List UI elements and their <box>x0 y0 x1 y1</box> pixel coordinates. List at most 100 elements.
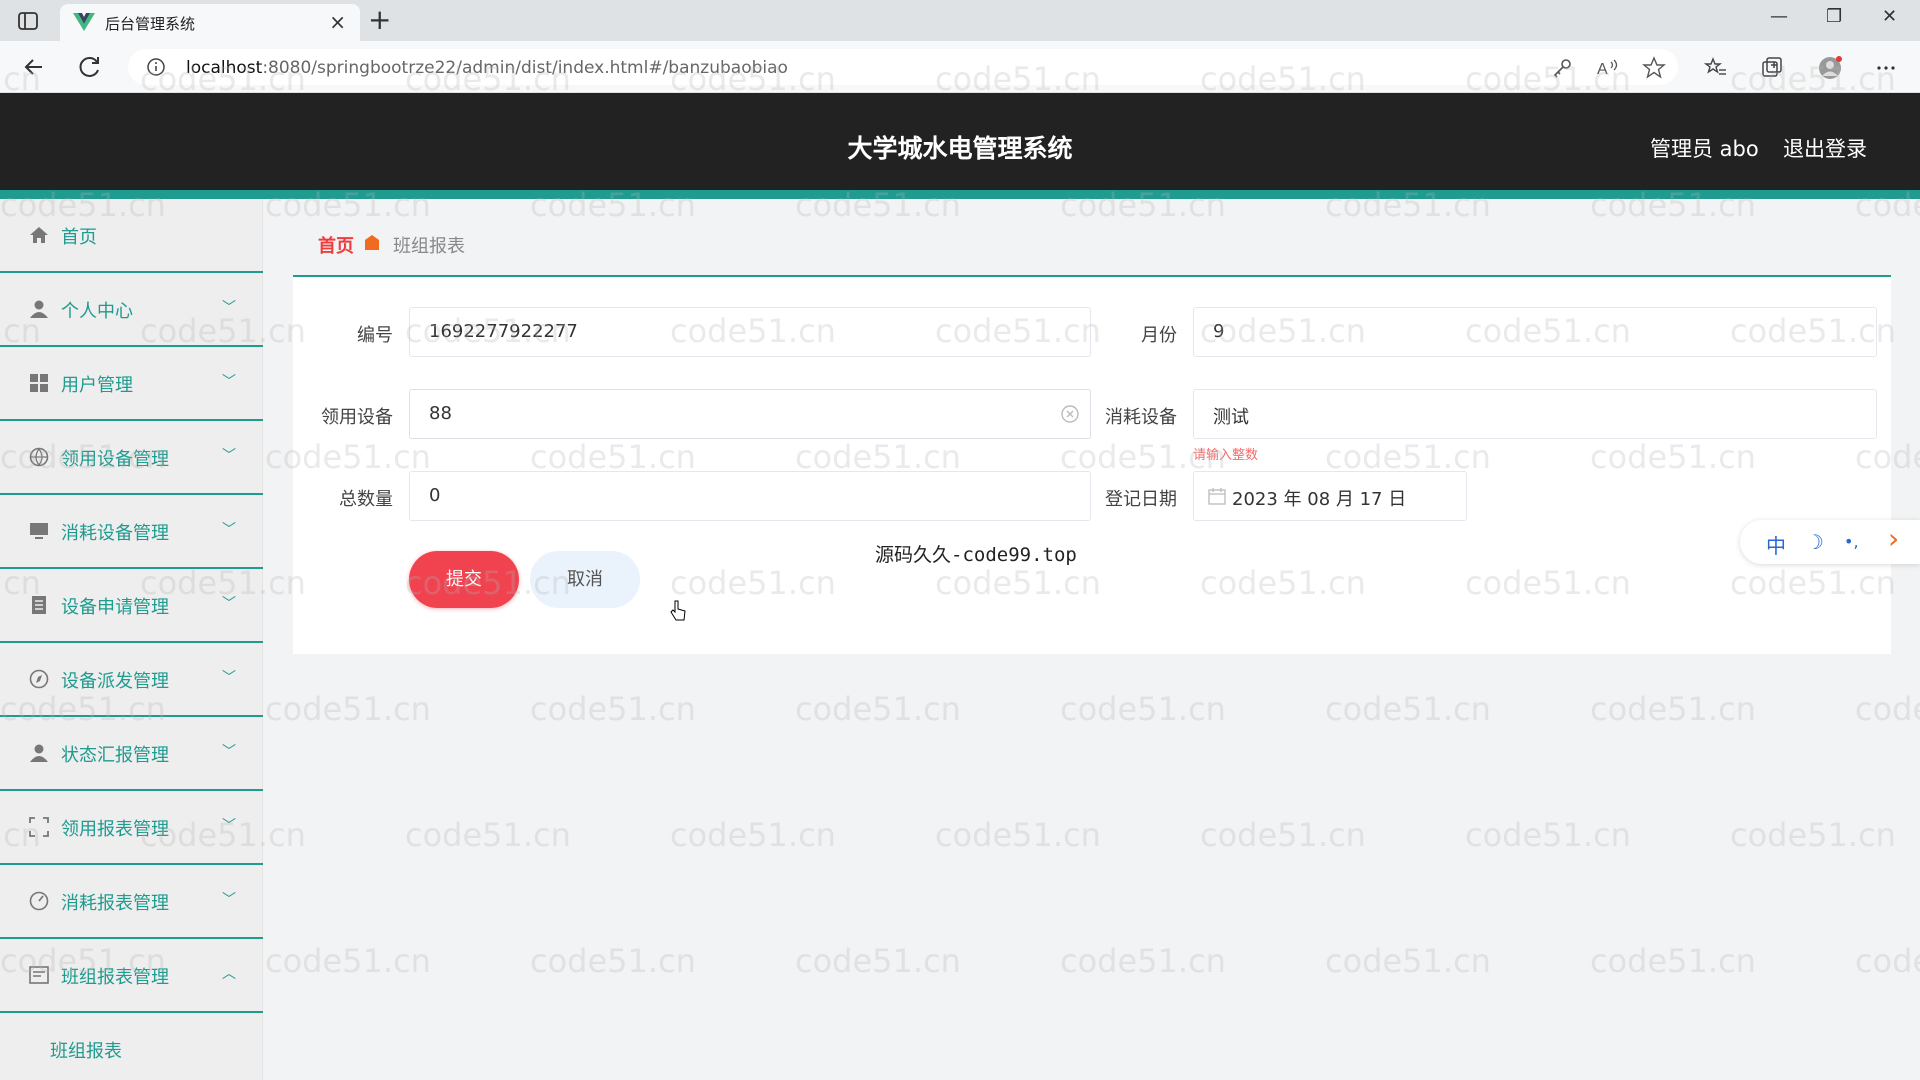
user-icon <box>30 300 48 318</box>
fullscreen-icon <box>29 817 49 837</box>
xiaohao-error-message: 请输入整数 <box>1193 448 1259 463</box>
browser-tab[interactable]: 后台管理系统 × <box>60 4 360 41</box>
sidebar-item-receive-report[interactable]: 领用报表管理 ﹀ <box>0 791 263 865</box>
watermark-text: code51.cn <box>265 690 431 728</box>
sidebar-item-personal-center[interactable]: 个人中心 ﹀ <box>0 273 263 347</box>
watermark-text: code51.cn <box>795 690 961 728</box>
moon-icon[interactable]: ☽ <box>1806 530 1824 554</box>
watermark-text: code51.cn <box>1465 816 1631 854</box>
xiaohao-field[interactable]: 测试 <box>1193 389 1877 439</box>
chevron-down-icon: ﹀ <box>222 744 236 760</box>
watermark-text: code51.cn <box>795 942 961 980</box>
yuefen-label: 月份 <box>1141 325 1177 346</box>
new-tab-icon[interactable]: + <box>368 4 391 36</box>
chevron-down-icon: ﹀ <box>222 818 236 834</box>
sidebar-subitem-team-report[interactable]: 班组报表 <box>50 1037 122 1063</box>
zongshu-field[interactable]: 0 <box>409 471 1091 521</box>
watermark-text: code51.cn <box>935 816 1101 854</box>
watermark-text: code51.cn <box>1855 690 1920 728</box>
app-header: 大学城水电管理系统 管理员 abo 退出登录 <box>0 93 1920 199</box>
sidebar-item-status-report[interactable]: 状态汇报管理 ﹀ <box>0 717 263 791</box>
watermark-text: code51.cn <box>530 942 696 980</box>
sidebar-item-home[interactable]: 首页 <box>0 199 263 273</box>
sidebar-item-receive-equipment[interactable]: 领用设备管理 ﹀ <box>0 421 263 495</box>
yuefen-value: 9 <box>1213 321 1225 342</box>
app-title: 大学城水电管理系统 <box>847 134 1073 163</box>
watermark-text: code51.cn <box>1060 690 1226 728</box>
close-tab-icon[interactable]: × <box>329 10 346 34</box>
punctuation-icon[interactable]: •, <box>1844 532 1859 551</box>
bianhao-value: 1692277922277 <box>429 321 578 342</box>
key-icon[interactable] <box>1550 56 1574 80</box>
lingyong-field[interactable]: 88 <box>409 389 1091 439</box>
breadcrumb-current: 班组报表 <box>393 236 465 257</box>
chevron-down-icon: ﹀ <box>222 374 236 390</box>
yuefen-field[interactable]: 9 <box>1193 307 1877 357</box>
reload-icon[interactable] <box>76 53 104 81</box>
maximize-icon[interactable]: ❐ <box>1826 6 1842 27</box>
more-icon[interactable] <box>1874 56 1898 80</box>
chevron-down-icon: ﹀ <box>222 596 236 612</box>
sidebar-item-label: 设备派发管理 <box>61 671 169 692</box>
riqi-value: 2023 年 08 月 17 日 <box>1232 489 1407 510</box>
xiaohao-label: 消耗设备 <box>1105 407 1177 428</box>
profile-avatar-icon[interactable] <box>1818 56 1842 80</box>
hand-cursor-icon <box>670 600 686 621</box>
ime-toolbar: 中 ☽ •, › <box>1740 520 1920 564</box>
sidebar-item-consume-report[interactable]: 消耗报表管理 ﹀ <box>0 865 263 939</box>
lingyong-value: 88 <box>429 403 452 424</box>
chevron-down-icon: ﹀ <box>222 300 236 316</box>
breadcrumb-home[interactable]: 首页 <box>318 232 354 258</box>
watermark-text: code51.cn <box>1590 690 1756 728</box>
sidebar-item-consume-equipment[interactable]: 消耗设备管理 ﹀ <box>0 495 263 569</box>
sidebar-item-equipment-dispatch[interactable]: 设备派发管理 ﹀ <box>0 643 263 717</box>
ime-lang-toggle[interactable]: 中 <box>1766 530 1786 559</box>
sidebar-item-label: 领用设备管理 <box>61 449 169 470</box>
collections-icon[interactable] <box>1760 56 1784 80</box>
overlay-text: 源码久久-code99.top <box>875 544 1077 566</box>
gauge-icon <box>29 891 49 911</box>
home-icon <box>30 227 48 243</box>
zongshu-value: 0 <box>429 485 441 506</box>
url-field[interactable]: localhost:8080/springbootrze22/admin/dis… <box>128 49 1678 85</box>
address-bar: localhost:8080/springbootrze22/admin/dis… <box>0 41 1920 93</box>
watermark-text: code51.cn <box>530 690 696 728</box>
tab-actions-icon[interactable] <box>16 10 40 32</box>
watermark-text: code51.cn <box>1200 816 1366 854</box>
chevron-down-icon: ﹀ <box>222 448 236 464</box>
chevron-right-icon[interactable]: › <box>1888 522 1899 555</box>
grid-icon <box>30 374 48 392</box>
chevron-up-icon: ︿ <box>222 966 236 982</box>
sidebar-item-label: 消耗报表管理 <box>61 893 169 914</box>
read-aloud-icon[interactable]: A <box>1596 56 1620 80</box>
sidebar-item-team-report[interactable]: 班组报表管理 ︿ <box>0 939 263 1013</box>
watermark-text: code51.cn <box>265 942 431 980</box>
riqi-date-picker[interactable]: 2023 年 08 月 17 日 <box>1193 471 1467 521</box>
calendar-icon <box>1208 488 1226 505</box>
watermark-text: code51.cn <box>1325 942 1491 980</box>
clear-input-icon[interactable] <box>1060 404 1080 424</box>
browser-tabbar: 后台管理系统 × + — ❐ ✕ <box>0 0 1920 41</box>
breadcrumb: 首页 班组报表 <box>293 199 1891 277</box>
favorites-icon[interactable] <box>1704 56 1728 80</box>
add-favorite-icon[interactable] <box>1642 56 1666 80</box>
list-icon <box>29 966 49 984</box>
sidebar-item-equipment-application[interactable]: 设备申请管理 ﹀ <box>0 569 263 643</box>
bianhao-field[interactable]: 1692277922277 <box>409 307 1091 357</box>
url-text: localhost:8080/springbootrze22/admin/dis… <box>186 58 788 78</box>
bianhao-label: 编号 <box>357 325 393 346</box>
sidebar-item-user-management[interactable]: 用户管理 ﹀ <box>0 347 263 421</box>
watermark-text: code51.cn <box>405 816 571 854</box>
window-close-icon[interactable]: ✕ <box>1882 6 1897 27</box>
lingyong-label: 领用设备 <box>321 407 393 428</box>
sidebar-item-label: 首页 <box>61 227 97 248</box>
back-icon[interactable] <box>20 53 48 81</box>
submit-button[interactable]: 提交 <box>409 551 519 608</box>
minimize-icon[interactable]: — <box>1770 6 1788 27</box>
chevron-down-icon: ﹀ <box>222 892 236 908</box>
cancel-button[interactable]: 取消 <box>530 551 640 608</box>
site-info-icon[interactable] <box>146 57 166 77</box>
watermark-text: code51.cn <box>1590 942 1756 980</box>
logout-link[interactable]: 退出登录 <box>1783 133 1867 163</box>
watermark-text: code51.cn <box>1060 942 1226 980</box>
